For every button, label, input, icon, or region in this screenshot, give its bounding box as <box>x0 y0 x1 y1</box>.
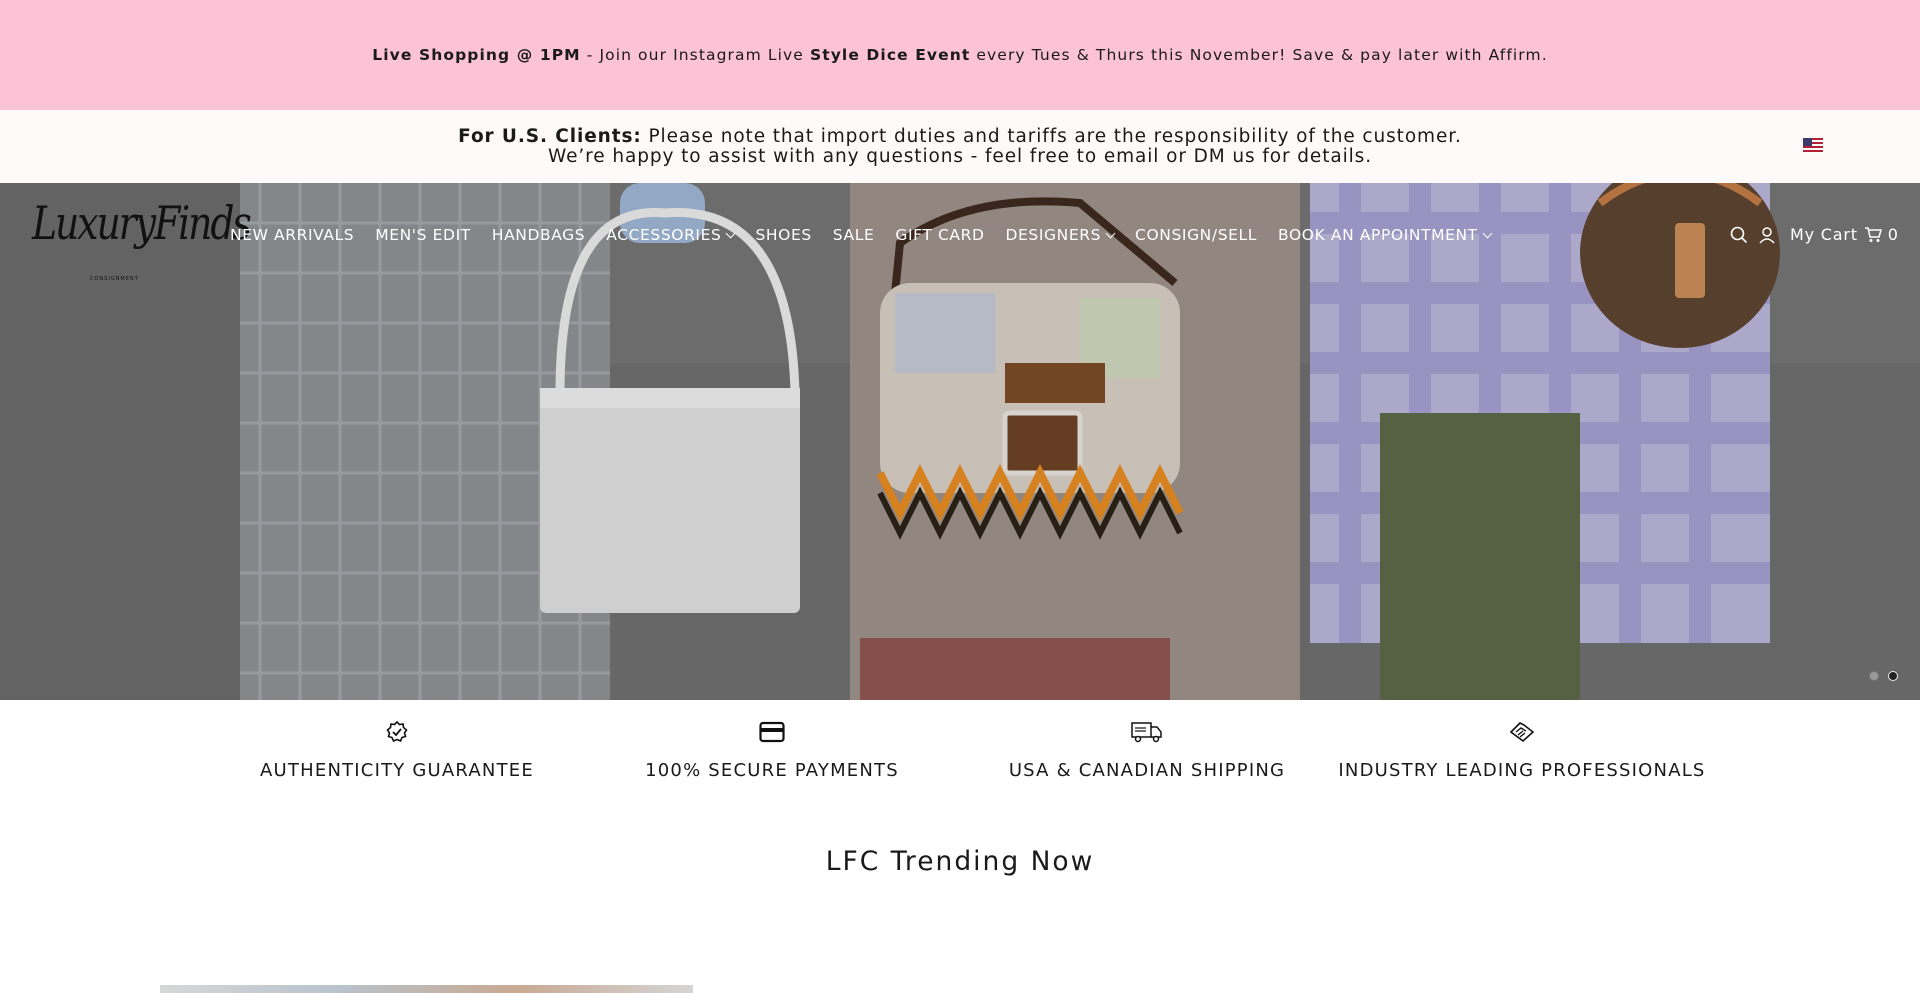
chevron-down-icon <box>726 228 736 238</box>
tariff-notice: For U.S. Clients: Please note that impor… <box>0 110 1920 183</box>
nav-book-appointment[interactable]: BOOK AN APPOINTMENT <box>1278 226 1493 244</box>
user-icon[interactable] <box>1758 226 1776 244</box>
promo-text: Live Shopping @ 1PM - Join our Instagram… <box>372 46 1548 64</box>
nav-mens-edit[interactable]: MEN'S EDIT <box>375 226 471 244</box>
nav-sale[interactable]: SALE <box>833 226 875 244</box>
search-icon[interactable] <box>1730 226 1748 244</box>
feature-shipping: USA & CANADIAN SHIPPING <box>957 718 1337 781</box>
nav-gift-card[interactable]: GIFT CARD <box>895 226 984 244</box>
credit-card-icon <box>582 718 962 746</box>
hero-slideshow[interactable]: LuxuryFinds CONSIGNMENT NEW ARRIVALS MEN… <box>0 183 1920 700</box>
slideshow-dots <box>1869 671 1898 681</box>
promo-banner[interactable]: Live Shopping @ 1PM - Join our Instagram… <box>0 0 1920 110</box>
product-card-image[interactable] <box>160 985 693 993</box>
badge-check-icon <box>207 718 587 746</box>
notice-line-2: We’re happy to assist with any questions… <box>548 145 1372 167</box>
nav-consign-sell[interactable]: CONSIGN/SELL <box>1135 226 1257 244</box>
nav-shoes[interactable]: SHOES <box>755 226 811 244</box>
nav-handbags[interactable]: HANDBAGS <box>492 226 585 244</box>
feature-secure-payments: 100% SECURE PAYMENTS <box>582 718 962 781</box>
header-tools: My Cart 0 <box>1730 225 1899 244</box>
nav-new-arrivals[interactable]: NEW ARRIVALS <box>230 226 354 244</box>
us-flag-icon[interactable] <box>1803 138 1823 154</box>
cart-count[interactable]: 0 <box>1888 225 1899 244</box>
feature-authenticity: AUTHENTICITY GUARANTEE <box>207 718 587 781</box>
chevron-down-icon <box>1482 228 1493 238</box>
cart-label[interactable]: My Cart <box>1790 225 1858 244</box>
slide-dot-2[interactable] <box>1888 671 1898 681</box>
truck-icon <box>957 718 1337 746</box>
nav-accessories[interactable]: ACCESSORIES <box>606 226 736 244</box>
section-title: LFC Trending Now <box>825 846 1095 877</box>
chevron-down-icon <box>1105 228 1116 238</box>
feature-professionals: INDUSTRY LEADING PROFESSIONALS <box>1332 718 1712 781</box>
notice-line-1: For U.S. Clients: Please note that impor… <box>458 125 1462 147</box>
hero-image <box>0 183 1920 700</box>
handshake-icon <box>1332 718 1712 746</box>
nav-designers[interactable]: DESIGNERS <box>1006 226 1116 244</box>
site-logo[interactable]: LuxuryFinds CONSIGNMENT <box>32 198 252 282</box>
main-nav: NEW ARRIVALS MEN'S EDIT HANDBAGS ACCESSO… <box>230 226 1512 244</box>
cart-icon[interactable] <box>1864 226 1882 243</box>
slide-dot-1[interactable] <box>1869 671 1879 681</box>
features-row: AUTHENTICITY GUARANTEE 100% SECURE PAYME… <box>0 700 1920 800</box>
